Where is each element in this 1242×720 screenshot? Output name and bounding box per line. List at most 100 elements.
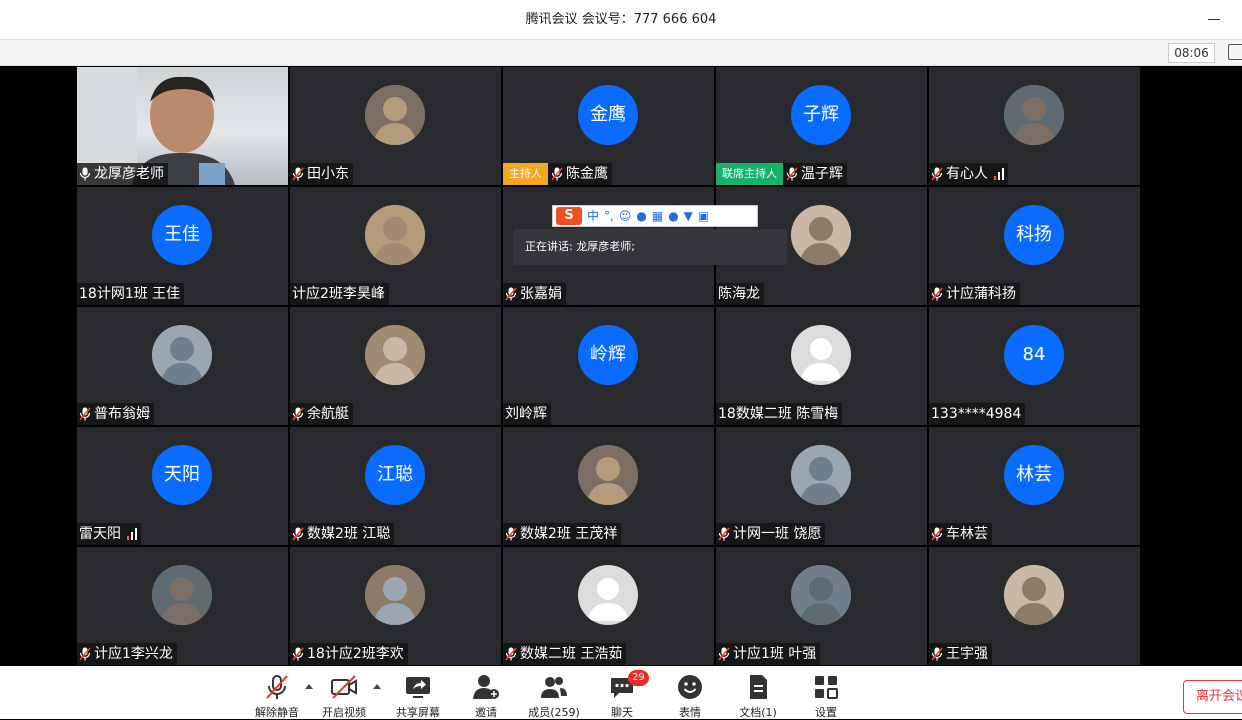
participant-tile[interactable]: 岭辉刘岭辉: [503, 307, 714, 425]
participant-name-bar: 18计网1班 王佳: [77, 283, 185, 305]
invite-button[interactable]: 邀请: [450, 672, 522, 720]
participant-tile[interactable]: 江聪 数媒2班 江聪: [290, 427, 501, 545]
participant-tile[interactable]: 林芸 车林芸: [929, 427, 1140, 545]
participant-name: 计应2班李昊峰: [292, 286, 385, 302]
participant-name-bar: 雷天阳: [77, 523, 141, 545]
default-avatar-icon: [578, 565, 638, 625]
ime-mode-label[interactable]: 中: [587, 206, 599, 226]
members-icon: [541, 677, 567, 698]
avatar: 王佳: [152, 205, 212, 265]
participant-tile[interactable]: 数媒二班 王浩茹: [503, 547, 714, 665]
video-options-caret-icon[interactable]: [373, 684, 381, 689]
ime-toolbar[interactable]: S 中 °, ☺ ● ▦ ● ▼ ▣: [552, 205, 758, 227]
avatar: 岭辉: [578, 325, 638, 385]
participant-name: 计网一班 饶愿: [733, 526, 822, 542]
participant-tile[interactable]: 数媒2班 王茂祥: [503, 427, 714, 545]
participant-name: 温子辉: [801, 166, 843, 182]
participant-name-bar: 车林芸: [929, 523, 992, 545]
participant-tile[interactable]: 金鹰主持人 陈金鹰: [503, 67, 714, 185]
unmute-button[interactable]: 解除静音: [241, 672, 313, 720]
reactions-button[interactable]: 表情: [654, 672, 726, 720]
sogou-logo-icon: S: [556, 207, 582, 225]
mic-muted-icon: [292, 167, 304, 181]
chat-button[interactable]: 29 聊天: [586, 670, 658, 720]
avatar-photo: [791, 205, 851, 265]
participant-name-bar: 王宇强: [929, 643, 992, 665]
participant-tile[interactable]: 王宇强: [929, 547, 1140, 665]
participant-name-bar: 计网一班 饶愿: [716, 523, 826, 545]
participant-name-bar: 133****4984: [929, 403, 1026, 425]
participant-name: 计应蒲科扬: [946, 286, 1016, 302]
participant-tile[interactable]: 18计应2班李欢: [290, 547, 501, 665]
participant-name-bar: 龙厚彦老师: [77, 163, 168, 185]
mic-muted-icon: [505, 527, 517, 541]
title-bar: 腾讯会议 会议号：777 666 604: [0, 0, 1242, 40]
participant-name-bar: 联席主持人 温子辉: [716, 163, 847, 185]
keyboard-icon[interactable]: ▦: [652, 206, 663, 226]
mic-muted-icon: [79, 407, 91, 421]
speaking-text: 正在讲话: 龙厚彦老师;: [525, 240, 635, 253]
bottom-toolbar: 解除静音 开启视频 共享屏幕 邀请 成员(259) 29 聊天 表情 文档(1)…: [0, 666, 1242, 719]
avatar: 84: [1004, 325, 1064, 385]
skin-icon[interactable]: ▼: [684, 206, 693, 226]
video-grid: 龙厚彦老师 田小东 金鹰 主持人 陈金鹰 子辉 联席主持人 温子辉 有心人 王佳 18计网1班 王佳…: [0, 66, 1242, 666]
participant-tile[interactable]: 18数媒二班 陈雪梅: [716, 307, 927, 425]
mic-muted-icon: [505, 647, 517, 661]
avatar: 天阳: [152, 445, 212, 505]
participant-tile[interactable]: 王佳 18计网1班 王佳: [77, 187, 288, 305]
avatar-photo: [152, 325, 212, 385]
participant-tile[interactable]: 计应1班 叶强: [716, 547, 927, 665]
grid-icon[interactable]: ▣: [698, 206, 709, 226]
participant-name-bar: 计应2班李昊峰: [290, 283, 389, 305]
settings-button[interactable]: 设置: [790, 672, 862, 720]
participant-tile[interactable]: 计应1李兴龙: [77, 547, 288, 665]
participant-name: 余航艇: [307, 406, 349, 422]
participant-tile[interactable]: 天阳雷天阳: [77, 427, 288, 545]
participant-name-bar: 数媒2班 江聪: [290, 523, 395, 545]
meeting-clock: 08:06: [1168, 43, 1215, 63]
participant-tile[interactable]: 龙厚彦老师: [77, 67, 288, 185]
participant-name-bar: 计应蒲科扬: [929, 283, 1020, 305]
start-video-label: 开启视频: [322, 706, 366, 719]
minimize-icon[interactable]: [1208, 19, 1220, 20]
members-button[interactable]: 成员(259): [518, 672, 590, 720]
participant-name-bar: 主持人 陈金鹰: [503, 163, 612, 185]
avatar-photo: [365, 325, 425, 385]
share-screen-button[interactable]: 共享屏幕: [382, 672, 454, 720]
participant-tile[interactable]: 子辉 联席主持人 温子辉: [716, 67, 927, 185]
participant-tile[interactable]: 普布翁姆: [77, 307, 288, 425]
reactions-label: 表情: [679, 706, 701, 719]
punctuation-icon[interactable]: °,: [604, 206, 614, 226]
participant-name-bar: 刘岭辉: [503, 403, 551, 425]
mic-muted-icon: [718, 647, 730, 661]
participant-name: 有心人: [946, 166, 988, 182]
participant-tile[interactable]: 有心人: [929, 67, 1140, 185]
participant-name: 计应1班 叶强: [733, 646, 817, 662]
participant-tile[interactable]: 计应2班李昊峰: [290, 187, 501, 305]
members-label: 成员(259): [528, 706, 580, 719]
view-layout-icon[interactable]: [1228, 44, 1242, 60]
voice-icon[interactable]: ●: [636, 206, 646, 226]
participant-name: 18计网1班 王佳: [79, 286, 181, 302]
avatar-photo: [578, 445, 638, 505]
settings-grid-icon: [815, 676, 838, 699]
participant-name: 18数媒二班 陈雪梅: [718, 406, 839, 422]
participant-tile[interactable]: 余航艇: [290, 307, 501, 425]
add-user-icon: [473, 675, 499, 699]
documents-button[interactable]: 文档(1): [722, 672, 794, 720]
user-icon[interactable]: ●: [668, 206, 678, 226]
participant-name-bar: 张嘉娟: [503, 283, 566, 305]
participant-tile[interactable]: 科扬 计应蒲科扬: [929, 187, 1140, 305]
start-video-button[interactable]: 开启视频: [308, 672, 380, 720]
avatar-photo: [1004, 565, 1064, 625]
unmute-label: 解除静音: [255, 706, 299, 719]
leave-meeting-button[interactable]: 离开会议: [1183, 680, 1242, 714]
participant-tile[interactable]: 田小东: [290, 67, 501, 185]
participant-name: 雷天阳: [79, 526, 121, 542]
avatar: 金鹰: [578, 85, 638, 145]
participant-tile[interactable]: 计网一班 饶愿: [716, 427, 927, 545]
participant-tile[interactable]: 84 133****4984: [929, 307, 1140, 425]
participant-name: 数媒二班 王浩茹: [520, 646, 623, 662]
emoji-icon[interactable]: ☺: [619, 206, 632, 226]
avatar: 林芸: [1004, 445, 1064, 505]
